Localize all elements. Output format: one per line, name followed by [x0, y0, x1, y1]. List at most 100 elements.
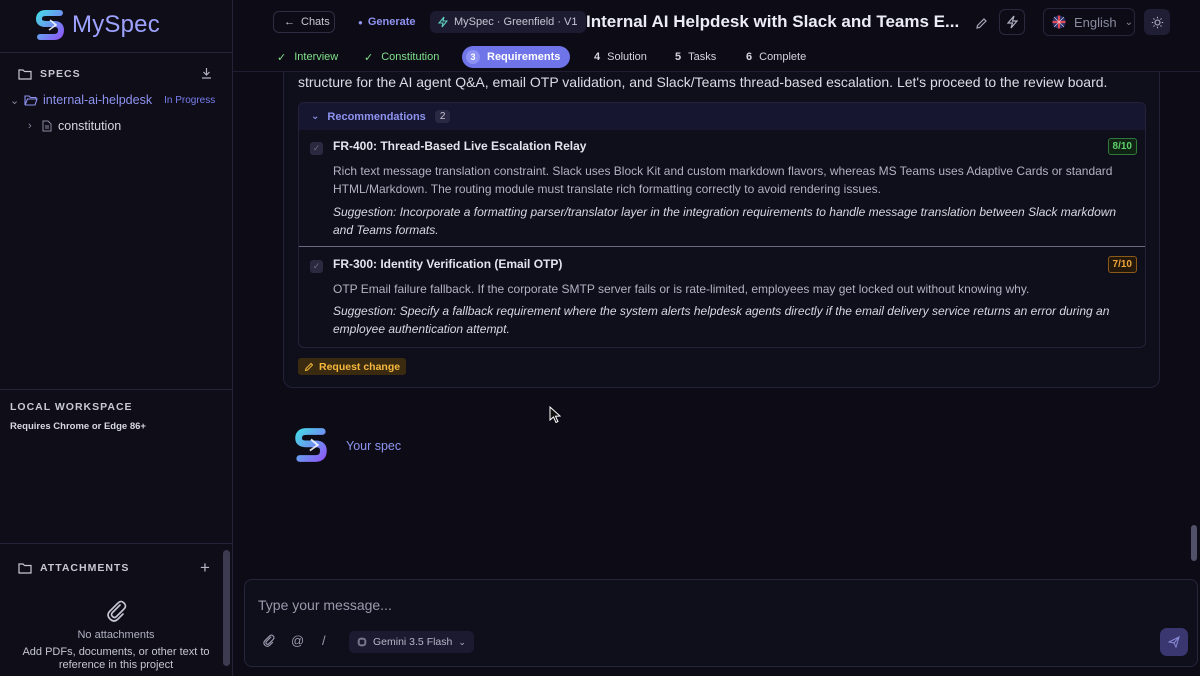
step-label: Tasks: [688, 51, 717, 63]
step-label: Solution: [607, 51, 647, 63]
tree-item-label: internal-ai-helpdesk: [43, 93, 153, 107]
paperclip-icon[interactable]: [262, 633, 275, 650]
local-workspace-section: LOCAL WORKSPACE Requires Chrome or Edge …: [0, 389, 232, 544]
send-icon: [1168, 636, 1180, 648]
assistant-avatar: [294, 427, 328, 466]
recommendation-title: FR-300: Identity Verification (Email OTP…: [333, 257, 563, 271]
recommendation-title: FR-400: Thread-Based Live Escalation Rel…: [333, 139, 587, 153]
chevron-down-icon: ⌄: [311, 111, 320, 122]
score-badge: 7/10: [1107, 256, 1137, 273]
workspace-title: LOCAL WORKSPACE: [10, 401, 133, 413]
chevron-down-icon: ⌄: [1124, 16, 1134, 28]
sidebar: MySpec SPECS ⌄ internal-ai-helpdesk In P…: [0, 0, 233, 676]
app-name: MySpec: [72, 11, 160, 38]
file-icon: [42, 120, 52, 132]
status-badge: In Progress: [164, 94, 216, 106]
recommendations-panel: ⌄ Recommendations 2 ✓ FR-400: Thread-Bas…: [298, 102, 1146, 348]
checkbox[interactable]: ✓: [310, 142, 323, 155]
mouse-cursor-icon: [549, 406, 561, 424]
pencil-icon[interactable]: [968, 10, 994, 36]
bolt-icon[interactable]: [999, 9, 1025, 35]
myspec-logo-icon: [36, 10, 64, 40]
folder-icon: [18, 69, 32, 80]
assistant-label: Your spec: [346, 439, 402, 453]
recommendation-item: ✓ FR-300: Identity Verification (Email O…: [299, 248, 1145, 347]
step-number: 3: [466, 50, 480, 64]
specs-title: SPECS: [40, 68, 81, 80]
project-badge-label: MySpec · Greenfield · V1: [454, 16, 578, 28]
request-change-label: Request change: [319, 360, 401, 373]
app-logo[interactable]: MySpec: [36, 9, 160, 41]
recommendation-description: OTP Email failure fallback. If the corpo…: [333, 282, 1030, 296]
step-solution[interactable]: 4 Solution: [594, 46, 647, 68]
step-label: Complete: [759, 51, 807, 63]
step-constitution[interactable]: ✓ Constitution: [364, 46, 439, 68]
back-to-chats-button[interactable]: ← Chats: [273, 11, 335, 33]
model-select[interactable]: Gemini 3.5 Flash ⌄: [349, 631, 474, 653]
arrow-left-icon: ←: [284, 16, 295, 28]
sun-icon[interactable]: [1144, 9, 1170, 35]
step-requirements[interactable]: 3 Requirements: [462, 46, 571, 68]
step-label: Requirements: [487, 51, 561, 63]
step-complete[interactable]: 6 Complete: [746, 46, 806, 68]
slash-command-icon[interactable]: /: [322, 633, 326, 648]
bolt-icon: [438, 16, 448, 28]
paperclip-icon: [107, 600, 127, 622]
recommendations-toggle[interactable]: ⌄ Recommendations 2: [299, 103, 1145, 130]
specs-section-header: SPECS: [18, 68, 81, 80]
tree-item-project[interactable]: ⌄ internal-ai-helpdesk In Progress: [10, 93, 215, 107]
checkbox[interactable]: ✓: [310, 260, 323, 273]
divider: [0, 52, 232, 53]
language-label: English: [1074, 14, 1117, 30]
sidebar-scrollbar[interactable]: [223, 550, 230, 666]
download-icon[interactable]: [201, 67, 212, 82]
myspec-logo-icon: [295, 428, 327, 462]
generate-label: Generate: [367, 16, 416, 28]
model-label: Gemini 3.5 Flash: [373, 636, 453, 648]
attachments-section-header: ATTACHMENTS: [18, 562, 129, 574]
step-tasks[interactable]: 5 Tasks: [675, 46, 716, 68]
chip-icon: [357, 637, 367, 647]
recommendation-suggestion: Suggestion: Incorporate a formatting par…: [333, 205, 1117, 237]
dot-icon: ●: [358, 17, 363, 27]
message-input[interactable]: [258, 595, 1138, 615]
message-composer: @ / Gemini 3.5 Flash ⌄: [244, 579, 1198, 667]
chevron-down-icon[interactable]: ⌄: [10, 94, 24, 107]
chevron-down-icon: ⌄: [458, 636, 466, 647]
recommendations-label: Recommendations: [327, 110, 426, 123]
recommendation-description: Rich text message translation constraint…: [333, 164, 1113, 196]
recommendations-count: 2: [434, 110, 451, 123]
folder-open-icon: [24, 95, 38, 106]
chevron-right-icon[interactable]: ›: [28, 120, 42, 132]
mention-icon[interactable]: @: [291, 633, 304, 648]
uk-flag-icon: [1052, 15, 1066, 29]
request-change-button[interactable]: Request change: [298, 358, 407, 375]
no-attachments-text: No attachments: [77, 629, 155, 641]
top-bar: ← Chats ● Generate MySpec · Greenfield ·…: [233, 0, 1200, 72]
plus-icon[interactable]: +: [200, 558, 210, 578]
generate-button[interactable]: ● Generate: [358, 11, 416, 33]
back-label: Chats: [301, 16, 330, 28]
send-button[interactable]: [1160, 628, 1188, 656]
step-label: Constitution: [381, 51, 440, 63]
step-number: 5: [675, 51, 682, 63]
attachments-hint: Add PDFs, documents, or other text to re…: [22, 646, 210, 671]
step-interview[interactable]: ✓ Interview: [277, 46, 338, 68]
language-select[interactable]: English ⌄: [1043, 8, 1135, 36]
project-badge: MySpec · Greenfield · V1: [430, 11, 586, 33]
recommendation-item: ✓ FR-400: Thread-Based Live Escalation R…: [299, 130, 1145, 247]
tree-item-constitution[interactable]: › constitution: [28, 119, 121, 133]
message-intro-text: structure for the AI agent Q&A, email OT…: [298, 74, 1108, 90]
check-icon: ✓: [277, 51, 287, 64]
workspace-note: Requires Chrome or Edge 86+: [10, 421, 146, 432]
chat-scrollbar[interactable]: [1191, 525, 1197, 561]
step-number: 4: [594, 51, 601, 63]
check-icon: ✓: [364, 51, 374, 64]
step-label: Interview: [294, 51, 339, 63]
tree-item-label: constitution: [58, 119, 122, 133]
folder-icon: [18, 563, 32, 574]
attachments-title: ATTACHMENTS: [40, 562, 130, 574]
score-badge: 8/10: [1107, 138, 1137, 155]
step-number: 6: [746, 51, 753, 63]
attachments-empty-state: No attachments Add PDFs, documents, or o…: [0, 598, 232, 672]
